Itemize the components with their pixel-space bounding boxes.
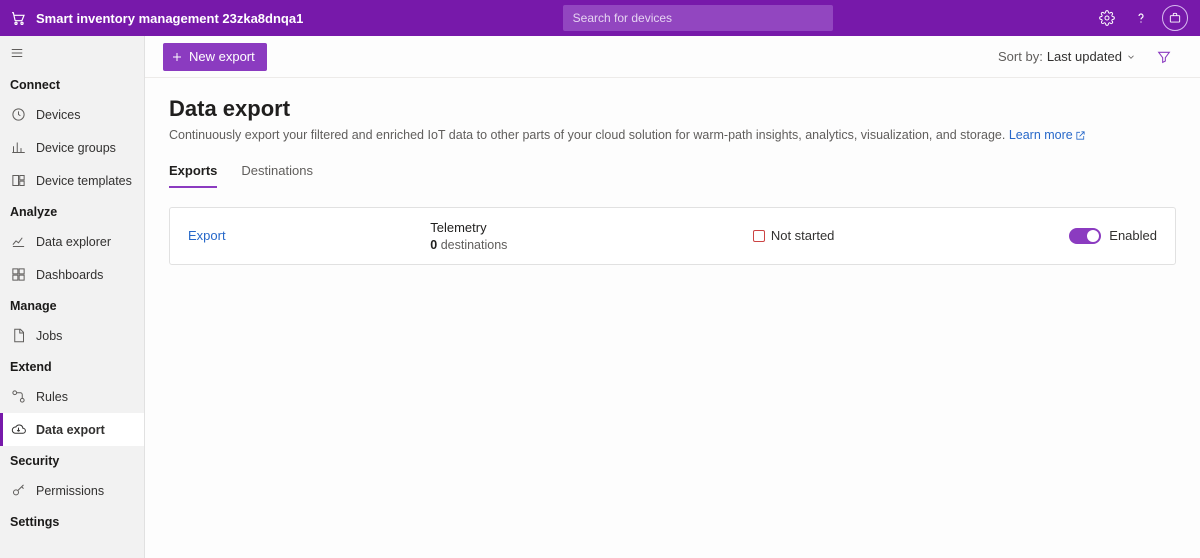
sidebar-item-data-export[interactable]: Data export (0, 413, 144, 446)
export-name-link[interactable]: Export (188, 228, 226, 243)
page-icon (10, 328, 26, 344)
clock-icon (10, 107, 26, 123)
export-status-text: Not started (771, 228, 835, 243)
sort-by-value: Last updated (1047, 49, 1122, 64)
plus-icon (171, 51, 183, 63)
not-started-icon (753, 230, 765, 242)
settings-button[interactable] (1092, 3, 1122, 33)
sidebar-item-device-templates[interactable]: Device templates (0, 164, 144, 197)
sidebar-item-label: Data export (36, 423, 105, 437)
line-chart-icon (10, 234, 26, 250)
sidebar-item-label: Permissions (36, 484, 104, 498)
app-launcher-button[interactable] (0, 0, 36, 36)
enabled-label: Enabled (1109, 228, 1157, 243)
avatar (1162, 5, 1188, 31)
tab-destinations[interactable]: Destinations (241, 163, 313, 188)
hamburger-icon (10, 46, 24, 60)
exports-list: Export Telemetry 0 destinations Not star… (169, 207, 1176, 265)
main: New export Sort by: Last updated Data ex… (145, 36, 1200, 558)
learn-more-link[interactable]: Learn more (1009, 128, 1086, 142)
sidebar-item-dashboards[interactable]: Dashboards (0, 258, 144, 291)
export-type-cell: Telemetry 0 destinations (430, 220, 672, 252)
page-description: Continuously export your filtered and en… (169, 126, 1176, 145)
help-button[interactable] (1126, 3, 1156, 33)
toolbar: New export Sort by: Last updated (145, 36, 1200, 78)
flow-icon (10, 389, 26, 405)
sidebar-item-jobs[interactable]: Jobs (0, 319, 144, 352)
sidebar-group-connect: Connect (0, 70, 144, 98)
template-icon (10, 173, 26, 189)
sidebar-item-label: Device groups (36, 141, 116, 155)
sidebar-item-label: Device templates (36, 174, 132, 188)
briefcase-icon (1168, 11, 1182, 25)
sidebar-item-label: Rules (36, 390, 68, 404)
enabled-toggle[interactable] (1069, 228, 1101, 244)
top-bar: Smart inventory management 23zka8dnqa1 (0, 0, 1200, 36)
page-title: Data export (169, 96, 1176, 122)
sort-by-dropdown[interactable]: Sort by: Last updated (998, 49, 1136, 64)
sort-by-label: Sort by: (998, 49, 1043, 64)
export-type: Telemetry (430, 220, 672, 235)
new-export-button[interactable]: New export (163, 43, 267, 71)
export-name-cell: Export (188, 228, 430, 243)
sidebar-item-device-groups[interactable]: Device groups (0, 131, 144, 164)
sidebar-item-rules[interactable]: Rules (0, 380, 144, 413)
sidebar: Connect Devices Device groups Device tem… (0, 36, 145, 558)
grid-icon (10, 267, 26, 283)
tabs: Exports Destinations (169, 163, 1176, 189)
account-button[interactable] (1160, 3, 1190, 33)
hamburger-button[interactable] (0, 36, 144, 70)
external-link-icon (1075, 130, 1086, 141)
gear-icon (1099, 10, 1115, 26)
sidebar-item-permissions[interactable]: Permissions (0, 474, 144, 507)
bar-chart-icon (10, 140, 26, 156)
key-icon (10, 483, 26, 499)
export-toggle-cell: Enabled (915, 228, 1157, 244)
sidebar-item-data-explorer[interactable]: Data explorer (0, 225, 144, 258)
help-icon (1133, 10, 1149, 26)
chevron-down-icon (1126, 52, 1136, 62)
sidebar-group-settings: Settings (0, 507, 144, 535)
new-export-label: New export (189, 49, 255, 64)
search-input[interactable] (563, 5, 833, 31)
cloud-arrow-icon (10, 422, 26, 438)
filter-button[interactable] (1152, 45, 1176, 69)
export-destinations: 0 destinations (430, 238, 672, 252)
sidebar-group-analyze: Analyze (0, 197, 144, 225)
sidebar-item-label: Data explorer (36, 235, 111, 249)
cart-icon (10, 10, 26, 26)
filter-icon (1156, 49, 1172, 65)
sidebar-item-label: Dashboards (36, 268, 103, 282)
app-title: Smart inventory management 23zka8dnqa1 (36, 11, 303, 26)
sidebar-item-label: Devices (36, 108, 80, 122)
sidebar-group-extend: Extend (0, 352, 144, 380)
tab-exports[interactable]: Exports (169, 163, 217, 188)
sidebar-item-devices[interactable]: Devices (0, 98, 144, 131)
sidebar-group-manage: Manage (0, 291, 144, 319)
sidebar-item-label: Jobs (36, 329, 62, 343)
export-status-cell: Not started (673, 228, 915, 243)
sidebar-group-security: Security (0, 446, 144, 474)
export-row: Export Telemetry 0 destinations Not star… (170, 208, 1175, 264)
